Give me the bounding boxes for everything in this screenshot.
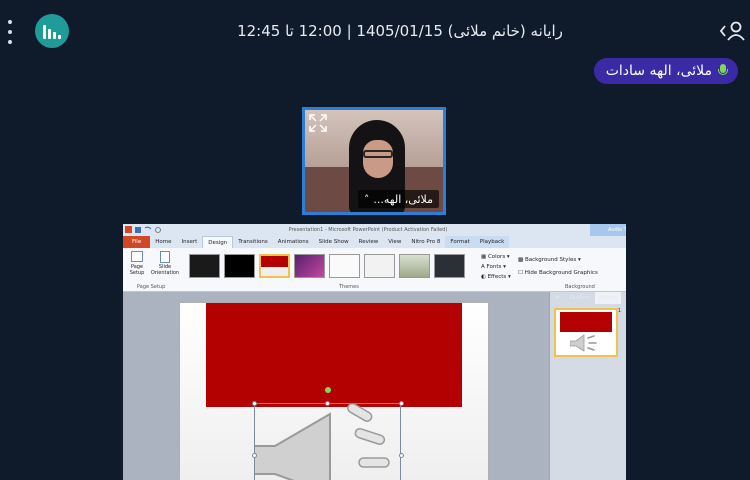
- audio-tools-label: Audio Tools: [590, 224, 626, 236]
- webcam-glasses: [363, 150, 393, 158]
- user-icon[interactable]: [720, 18, 746, 44]
- tab-insert[interactable]: Insert: [176, 236, 202, 248]
- speaker-name: ملائی، الهه سادات: [605, 63, 712, 79]
- tab-home[interactable]: Home: [150, 236, 176, 248]
- theme-thumb-1[interactable]: [189, 254, 220, 278]
- slides-pane: ✕ Outline Slides 1: [549, 292, 626, 480]
- page-setup-icon: [131, 251, 143, 262]
- resize-handle[interactable]: [399, 453, 404, 458]
- theme-thumb-6[interactable]: [364, 254, 395, 278]
- tab-review[interactable]: Review: [354, 236, 384, 248]
- slide-number: 1: [618, 308, 622, 314]
- slide-editor[interactable]: [123, 292, 549, 480]
- tab-file[interactable]: File: [123, 236, 151, 248]
- tab-animations[interactable]: Animations: [273, 236, 314, 248]
- ppt-title-bar: Presentation1 - Microsoft PowerPoint (Pr…: [123, 224, 626, 236]
- screen-share: Presentation1 - Microsoft PowerPoint (Pr…: [123, 224, 626, 480]
- background-styles-button[interactable]: ▩ Background Styles ▾: [518, 257, 581, 263]
- slide-orientation-button[interactable]: Slide Orientation: [150, 251, 180, 276]
- thumbnail-band: [560, 312, 612, 332]
- pane-tabs: ✕ Outline Slides: [550, 292, 626, 304]
- hide-background-checkbox[interactable]: ☐ Hide Background Graphics: [518, 270, 598, 276]
- tab-view[interactable]: View: [383, 236, 406, 248]
- resize-handle[interactable]: [252, 453, 257, 458]
- slide-title-band[interactable]: [206, 303, 462, 407]
- slide-canvas[interactable]: [179, 302, 489, 480]
- active-speaker-badge: ملائی، الهه سادات: [593, 58, 738, 84]
- bar-chart-icon[interactable]: [35, 14, 69, 48]
- resize-handle[interactable]: [399, 401, 404, 406]
- chevron-up-icon[interactable]: ˄: [364, 193, 370, 206]
- ribbon-tabs: File Home Insert Design Transitions Anim…: [123, 236, 626, 248]
- slide-thumbnail[interactable]: [554, 308, 618, 357]
- tab-format[interactable]: Format: [445, 236, 475, 248]
- speaker-icon: [244, 402, 390, 480]
- tab-playback[interactable]: Playback: [474, 236, 510, 248]
- effects-button[interactable]: ◐ Effects ▾: [481, 274, 511, 280]
- webcam-tile[interactable]: ملائی، الهه... ˄: [302, 107, 446, 215]
- ppt-window-title: Presentation1 - Microsoft PowerPoint (Pr…: [288, 227, 448, 233]
- top-bar: رایانه (خانم ملائی) 1405/01/15 | 12:00 ت…: [0, 0, 750, 62]
- microphone-icon: [718, 64, 728, 78]
- theme-thumb-3[interactable]: [259, 254, 290, 278]
- webcam-name: ملائی، الهه...: [373, 192, 433, 206]
- page-setup-button[interactable]: Page Setup: [126, 251, 148, 276]
- tab-slide-show[interactable]: Slide Show: [314, 236, 354, 248]
- group-themes: Themes: [339, 284, 359, 290]
- tab-slides[interactable]: Slides: [594, 292, 621, 304]
- resize-handle[interactable]: [325, 401, 330, 406]
- theme-thumb-2[interactable]: [224, 254, 255, 278]
- webcam-face: [363, 140, 393, 178]
- tab-transitions[interactable]: Transitions: [233, 236, 272, 248]
- group-background: Background: [565, 284, 595, 290]
- fonts-button[interactable]: A Fonts ▾: [481, 264, 506, 270]
- theme-thumb-4[interactable]: [294, 254, 325, 278]
- thumbnail-speaker-icon: [570, 334, 597, 352]
- tab-design[interactable]: Design: [202, 236, 234, 248]
- theme-thumb-5[interactable]: [329, 254, 360, 278]
- session-title: رایانه (خانم ملائی) 1405/01/15 | 12:00 ت…: [237, 22, 563, 40]
- group-page-setup: Page Setup: [137, 284, 166, 290]
- close-pane-icon[interactable]: ✕: [550, 292, 565, 304]
- rotate-handle[interactable]: [325, 387, 331, 393]
- expand-icon[interactable]: [309, 114, 327, 132]
- webcam-name-tag: ملائی، الهه... ˄: [357, 190, 439, 208]
- tab-nitro[interactable]: Nitro Pro 8: [406, 236, 445, 248]
- colors-button[interactable]: ▦ Colors ▾: [481, 254, 510, 260]
- theme-thumb-8[interactable]: [434, 254, 465, 278]
- kebab-menu-icon[interactable]: [3, 20, 17, 44]
- slide-orientation-icon: [160, 251, 170, 263]
- resize-handle[interactable]: [252, 401, 257, 406]
- audio-object[interactable]: [244, 402, 401, 480]
- theme-thumb-7[interactable]: [399, 254, 430, 278]
- quick-access-toolbar[interactable]: [125, 226, 175, 234]
- tab-outline[interactable]: Outline: [565, 292, 595, 304]
